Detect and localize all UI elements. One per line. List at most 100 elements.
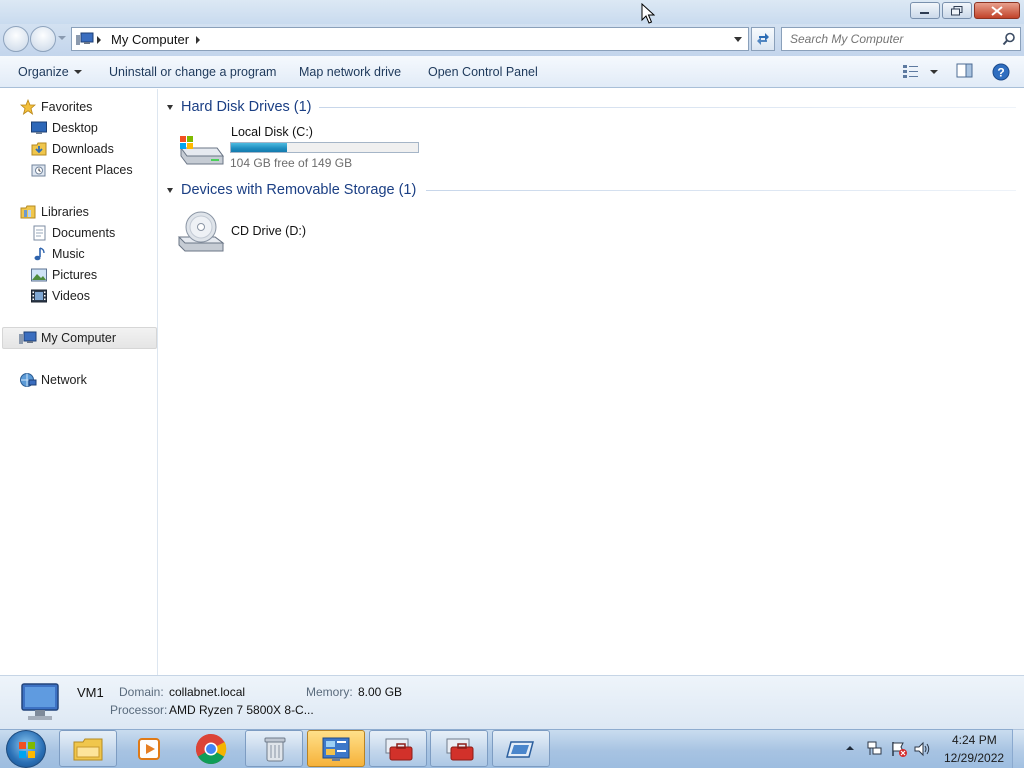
preview-pane-icon[interactable] [956, 63, 974, 79]
uninstall-program-button[interactable]: Uninstall or change a program [109, 65, 276, 79]
address-dropdown-icon[interactable] [734, 37, 742, 42]
minimize-button[interactable] [910, 2, 940, 19]
pictures-icon [30, 267, 48, 283]
sidebar-item-desktop[interactable]: Desktop [30, 118, 98, 138]
breadcrumb-separator-icon[interactable] [97, 36, 101, 44]
drive-cd-d[interactable]: CD Drive (D:) [175, 207, 375, 257]
organize-menu[interactable]: Organize [18, 65, 82, 79]
clock-time[interactable]: 4:24 PM [952, 733, 997, 747]
recent-pages-dropdown[interactable] [58, 36, 66, 40]
toolbox-icon [385, 738, 413, 760]
memory-value: 8.00 GB [358, 685, 403, 699]
libraries-icon [19, 204, 37, 220]
taskbar-explorer-button[interactable] [59, 730, 117, 767]
close-button[interactable] [974, 2, 1020, 19]
show-hidden-icons-icon[interactable] [845, 744, 855, 752]
chrome-icon [195, 733, 227, 764]
open-control-panel-button[interactable]: Open Control Panel [428, 65, 538, 79]
chevron-down-icon [73, 70, 82, 74]
search-icon[interactable] [1002, 32, 1016, 46]
mouse-cursor-icon [641, 3, 655, 24]
domain-value: collabnet.local [169, 685, 246, 699]
search-box[interactable] [781, 27, 1021, 51]
action-center-flag-icon[interactable] [890, 740, 908, 758]
collapse-triangle-icon[interactable] [167, 188, 173, 193]
network-status-icon[interactable] [866, 740, 884, 758]
computer-name: VM1 [77, 685, 104, 700]
refresh-button[interactable] [751, 27, 775, 51]
group-title: Devices with Removable Storage (1) [181, 182, 417, 198]
sidebar-item-music[interactable]: Music [30, 244, 85, 264]
toolbox-icon [446, 738, 474, 760]
sidebar-item-libraries[interactable]: Libraries [19, 202, 89, 222]
command-bar: Organize Uninstall or change a program M… [0, 56, 1024, 88]
forward-button[interactable] [30, 26, 56, 52]
group-divider [319, 107, 1016, 108]
taskbar-chrome-button[interactable] [182, 730, 240, 767]
collapse-triangle-icon[interactable] [167, 105, 173, 110]
restore-button[interactable] [942, 2, 972, 19]
start-button[interactable] [6, 730, 46, 768]
sidebar-item-label: Documents [52, 226, 116, 240]
sidebar-item-pictures[interactable]: Pictures [30, 265, 97, 285]
processor-value: AMD Ryzen 7 5800X 8-C... [169, 703, 314, 717]
taskbar-remote-desktop-button[interactable] [492, 730, 550, 767]
drive-name: CD Drive (D:) [231, 224, 306, 238]
computer-icon [19, 330, 37, 346]
clock-date[interactable]: 12/29/2022 [944, 751, 1004, 765]
sidebar-item-label: Pictures [52, 268, 98, 282]
sidebar-item-label: Downloads [52, 142, 114, 156]
sidebar-item-documents[interactable]: Documents [30, 223, 115, 243]
taskbar-control-panel-button[interactable] [307, 730, 365, 767]
minimize-icon [920, 11, 929, 14]
window-controls [910, 2, 1020, 19]
remote-desktop-icon [506, 740, 534, 758]
sidebar-item-label: Favorites [41, 100, 93, 114]
navigation-bar: My Computer [0, 24, 1024, 56]
taskbar-toolbox-button[interactable] [369, 730, 427, 767]
group-header-hard-disk-drives[interactable]: Hard Disk Drives (1) [167, 97, 312, 117]
close-icon [991, 5, 1003, 16]
taskbar-media-player-button[interactable] [120, 730, 178, 767]
breadcrumb-chevron-icon[interactable] [196, 36, 200, 44]
sidebar-item-videos[interactable]: Videos [30, 286, 90, 306]
computer-icon [21, 683, 59, 720]
sidebar-item-favorites[interactable]: Favorites [19, 97, 92, 117]
media-player-icon [138, 737, 160, 760]
view-options-dropdown-icon[interactable] [930, 70, 938, 74]
back-button[interactable] [3, 26, 29, 52]
recent-places-icon [30, 162, 48, 178]
volume-icon[interactable] [913, 740, 933, 758]
hard-drive-icon [180, 136, 224, 165]
sidebar-item-label: Recent Places [52, 163, 133, 177]
group-header-removable-storage[interactable]: Devices with Removable Storage (1) [167, 180, 416, 200]
sidebar-item-downloads[interactable]: Downloads [30, 139, 114, 159]
taskbar-toolbox-2-button[interactable] [430, 730, 488, 767]
sidebar-item-label: Desktop [52, 121, 98, 135]
desktop-icon [30, 120, 48, 136]
group-divider [426, 190, 1016, 191]
breadcrumb-my-computer[interactable]: My Computer [111, 32, 189, 47]
navigation-pane: Favorites Desktop Downloads Recent Place… [0, 89, 158, 675]
drive-free-space: 104 GB free of 149 GB [230, 156, 353, 170]
explorer-folder-icon [73, 738, 103, 760]
taskbar-recycle-app-button[interactable] [245, 730, 303, 767]
sidebar-item-my-computer[interactable]: My Computer [19, 328, 116, 348]
address-bar[interactable]: My Computer [71, 27, 749, 51]
search-input[interactable] [782, 28, 996, 50]
drive-local-disk-c[interactable]: Local Disk (C:) 104 GB free of 149 GB [175, 121, 435, 171]
cd-drive-icon [177, 211, 225, 252]
change-view-icon[interactable] [902, 63, 920, 79]
sidebar-item-network[interactable]: Network [19, 370, 87, 390]
sidebar-item-recent-places[interactable]: Recent Places [30, 160, 133, 180]
details-pane: VM1 Domain: collabnet.local Memory: 8.00… [0, 675, 1024, 729]
sidebar-item-label: My Computer [41, 331, 117, 345]
help-icon[interactable]: ? [992, 63, 1010, 81]
map-network-drive-button[interactable]: Map network drive [299, 65, 401, 79]
organize-label: Organize [18, 65, 69, 79]
group-title: Hard Disk Drives (1) [181, 99, 312, 115]
music-icon [30, 246, 48, 262]
show-desktop-button[interactable] [1012, 729, 1024, 768]
title-bar [0, 0, 1024, 24]
network-icon [19, 372, 37, 388]
